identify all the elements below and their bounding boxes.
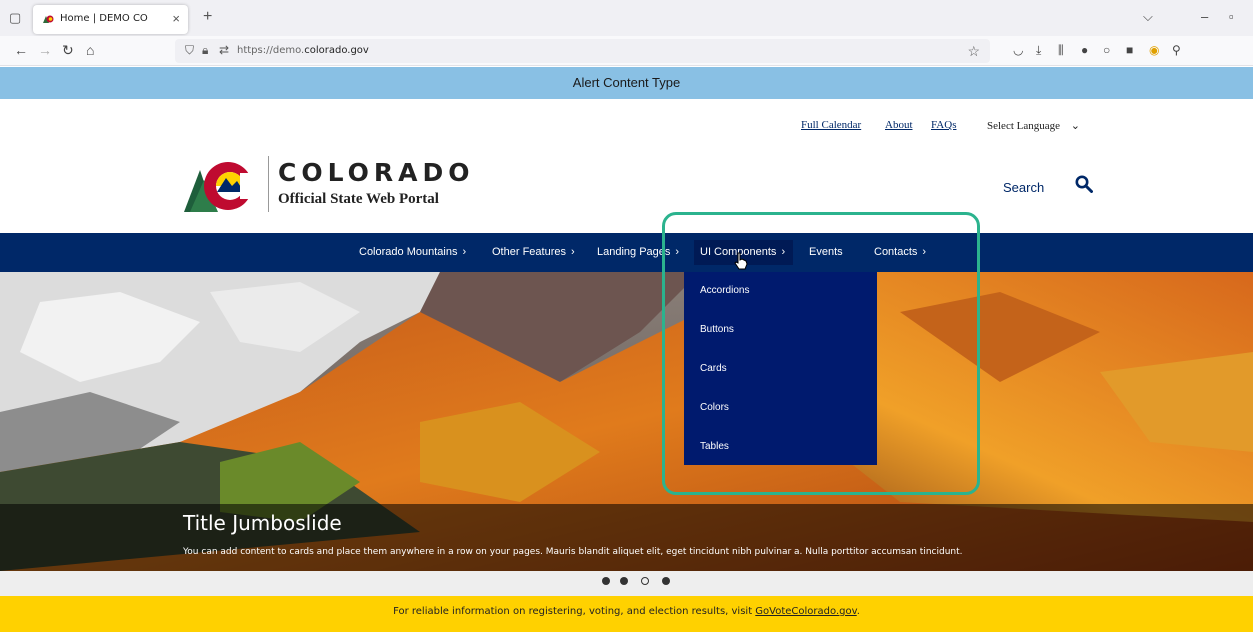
- url-prefix: https://demo.: [237, 45, 305, 56]
- url-domain: colorado.gov: [304, 45, 369, 56]
- chevron-down-icon: ⌄: [1070, 120, 1080, 132]
- colorado-logo-icon: [184, 162, 264, 212]
- faqs-link-text[interactable]: FAQs: [931, 119, 956, 131]
- downloads-icon[interactable]: ⤓: [1036, 43, 1041, 58]
- nav-label: Colorado Mountains: [359, 246, 458, 258]
- colorado-favicon-icon: [43, 15, 54, 23]
- browser-tab-bar: ▢ Home | DEMO CO × + ⌵ – ▫: [0, 0, 1253, 36]
- full-calendar-link[interactable]: Full Calendar: [801, 119, 861, 131]
- browser-tab[interactable]: Home | DEMO CO ×: [33, 5, 188, 34]
- about-link-text[interactable]: About: [885, 119, 913, 131]
- nav-label: Other Features: [492, 246, 566, 258]
- language-label: Select Language: [987, 120, 1060, 132]
- chevron-right-icon: ›: [462, 246, 467, 258]
- highlight-box: [662, 212, 980, 495]
- carousel-dot-3[interactable]: [641, 577, 649, 585]
- carousel-dot-4[interactable]: [662, 577, 670, 585]
- nav-label: Landing Pages: [597, 246, 671, 258]
- alert-banner: Alert Content Type: [0, 67, 1253, 99]
- carousel-dot-1[interactable]: [602, 577, 610, 585]
- govotecolorado-link[interactable]: GoVoteColorado.gov: [755, 606, 856, 617]
- slide-text: You can add content to cards and place t…: [183, 547, 963, 557]
- logo-subtitle[interactable]: Official State Web Portal: [278, 191, 439, 208]
- new-tab-icon[interactable]: +: [203, 8, 212, 26]
- slide-title: Title Jumboslide: [183, 511, 342, 535]
- pocket-icon[interactable]: ◡: [1013, 43, 1023, 57]
- election-banner: For reliable information on registering,…: [0, 596, 1253, 632]
- url-text[interactable]: https://demo.colorado.gov: [237, 45, 369, 56]
- browser-nav-bar: ← → ↻ ⌂ ⛉ 🔒︎ ⇄ https://demo.colorado.gov…: [0, 36, 1253, 66]
- restore-icon[interactable]: ▫: [1229, 9, 1234, 24]
- reload-icon[interactable]: ↻: [62, 42, 74, 59]
- extension-circle-icon[interactable]: ○: [1103, 43, 1110, 57]
- main-nav: Colorado Mountains › Other Features › Land…: [0, 233, 1253, 272]
- tab-list-chevron-icon[interactable]: ⌵: [1143, 9, 1153, 25]
- address-bar[interactable]: ⛉ 🔒︎ ⇄ https://demo.colorado.gov ☆: [175, 39, 990, 63]
- nav-item-colorado-mountains[interactable]: Colorado Mountains ›: [359, 246, 466, 258]
- back-icon[interactable]: ←: [14, 42, 28, 58]
- extension-square-icon[interactable]: ■: [1126, 43, 1133, 57]
- tab-close-icon[interactable]: ×: [172, 11, 180, 26]
- lock-icon[interactable]: 🔒︎: [202, 43, 208, 58]
- election-suffix: .: [856, 606, 860, 617]
- minimize-icon[interactable]: –: [1201, 9, 1208, 24]
- permissions-icon[interactable]: ⇄: [219, 43, 229, 57]
- about-link[interactable]: About: [885, 119, 913, 131]
- extensions-menu-icon[interactable]: ⚲: [1172, 43, 1181, 57]
- hand-cursor-icon: [734, 252, 748, 270]
- chevron-right-icon: ›: [570, 246, 575, 258]
- search-icon[interactable]: [1075, 175, 1093, 193]
- tab-title: Home | DEMO CO: [60, 13, 148, 24]
- extension-icon[interactable]: ●: [1081, 43, 1088, 57]
- nav-item-other-features[interactable]: Other Features ›: [492, 246, 575, 258]
- library-icon[interactable]: ⫼: [1058, 43, 1064, 58]
- logo-divider: [268, 156, 269, 212]
- home-icon[interactable]: ⌂: [86, 42, 94, 58]
- search-label[interactable]: Search: [1003, 180, 1044, 195]
- shield-icon[interactable]: ⛉: [185, 43, 194, 58]
- extension-color-icon[interactable]: ◉: [1149, 43, 1159, 57]
- full-calendar-link-text[interactable]: Full Calendar: [801, 119, 861, 131]
- forward-icon[interactable]: →: [38, 42, 52, 58]
- logo-wordmark[interactable]: COLORADO: [278, 158, 475, 187]
- election-text: For reliable information on registering,…: [393, 606, 756, 617]
- language-select[interactable]: Select Language ⌄: [987, 119, 1080, 132]
- bookmark-star-icon[interactable]: ☆: [967, 43, 980, 60]
- faqs-link[interactable]: FAQs: [931, 119, 956, 131]
- carousel-dot-2[interactable]: [620, 577, 628, 585]
- tab-overview-icon[interactable]: ▢: [9, 11, 23, 25]
